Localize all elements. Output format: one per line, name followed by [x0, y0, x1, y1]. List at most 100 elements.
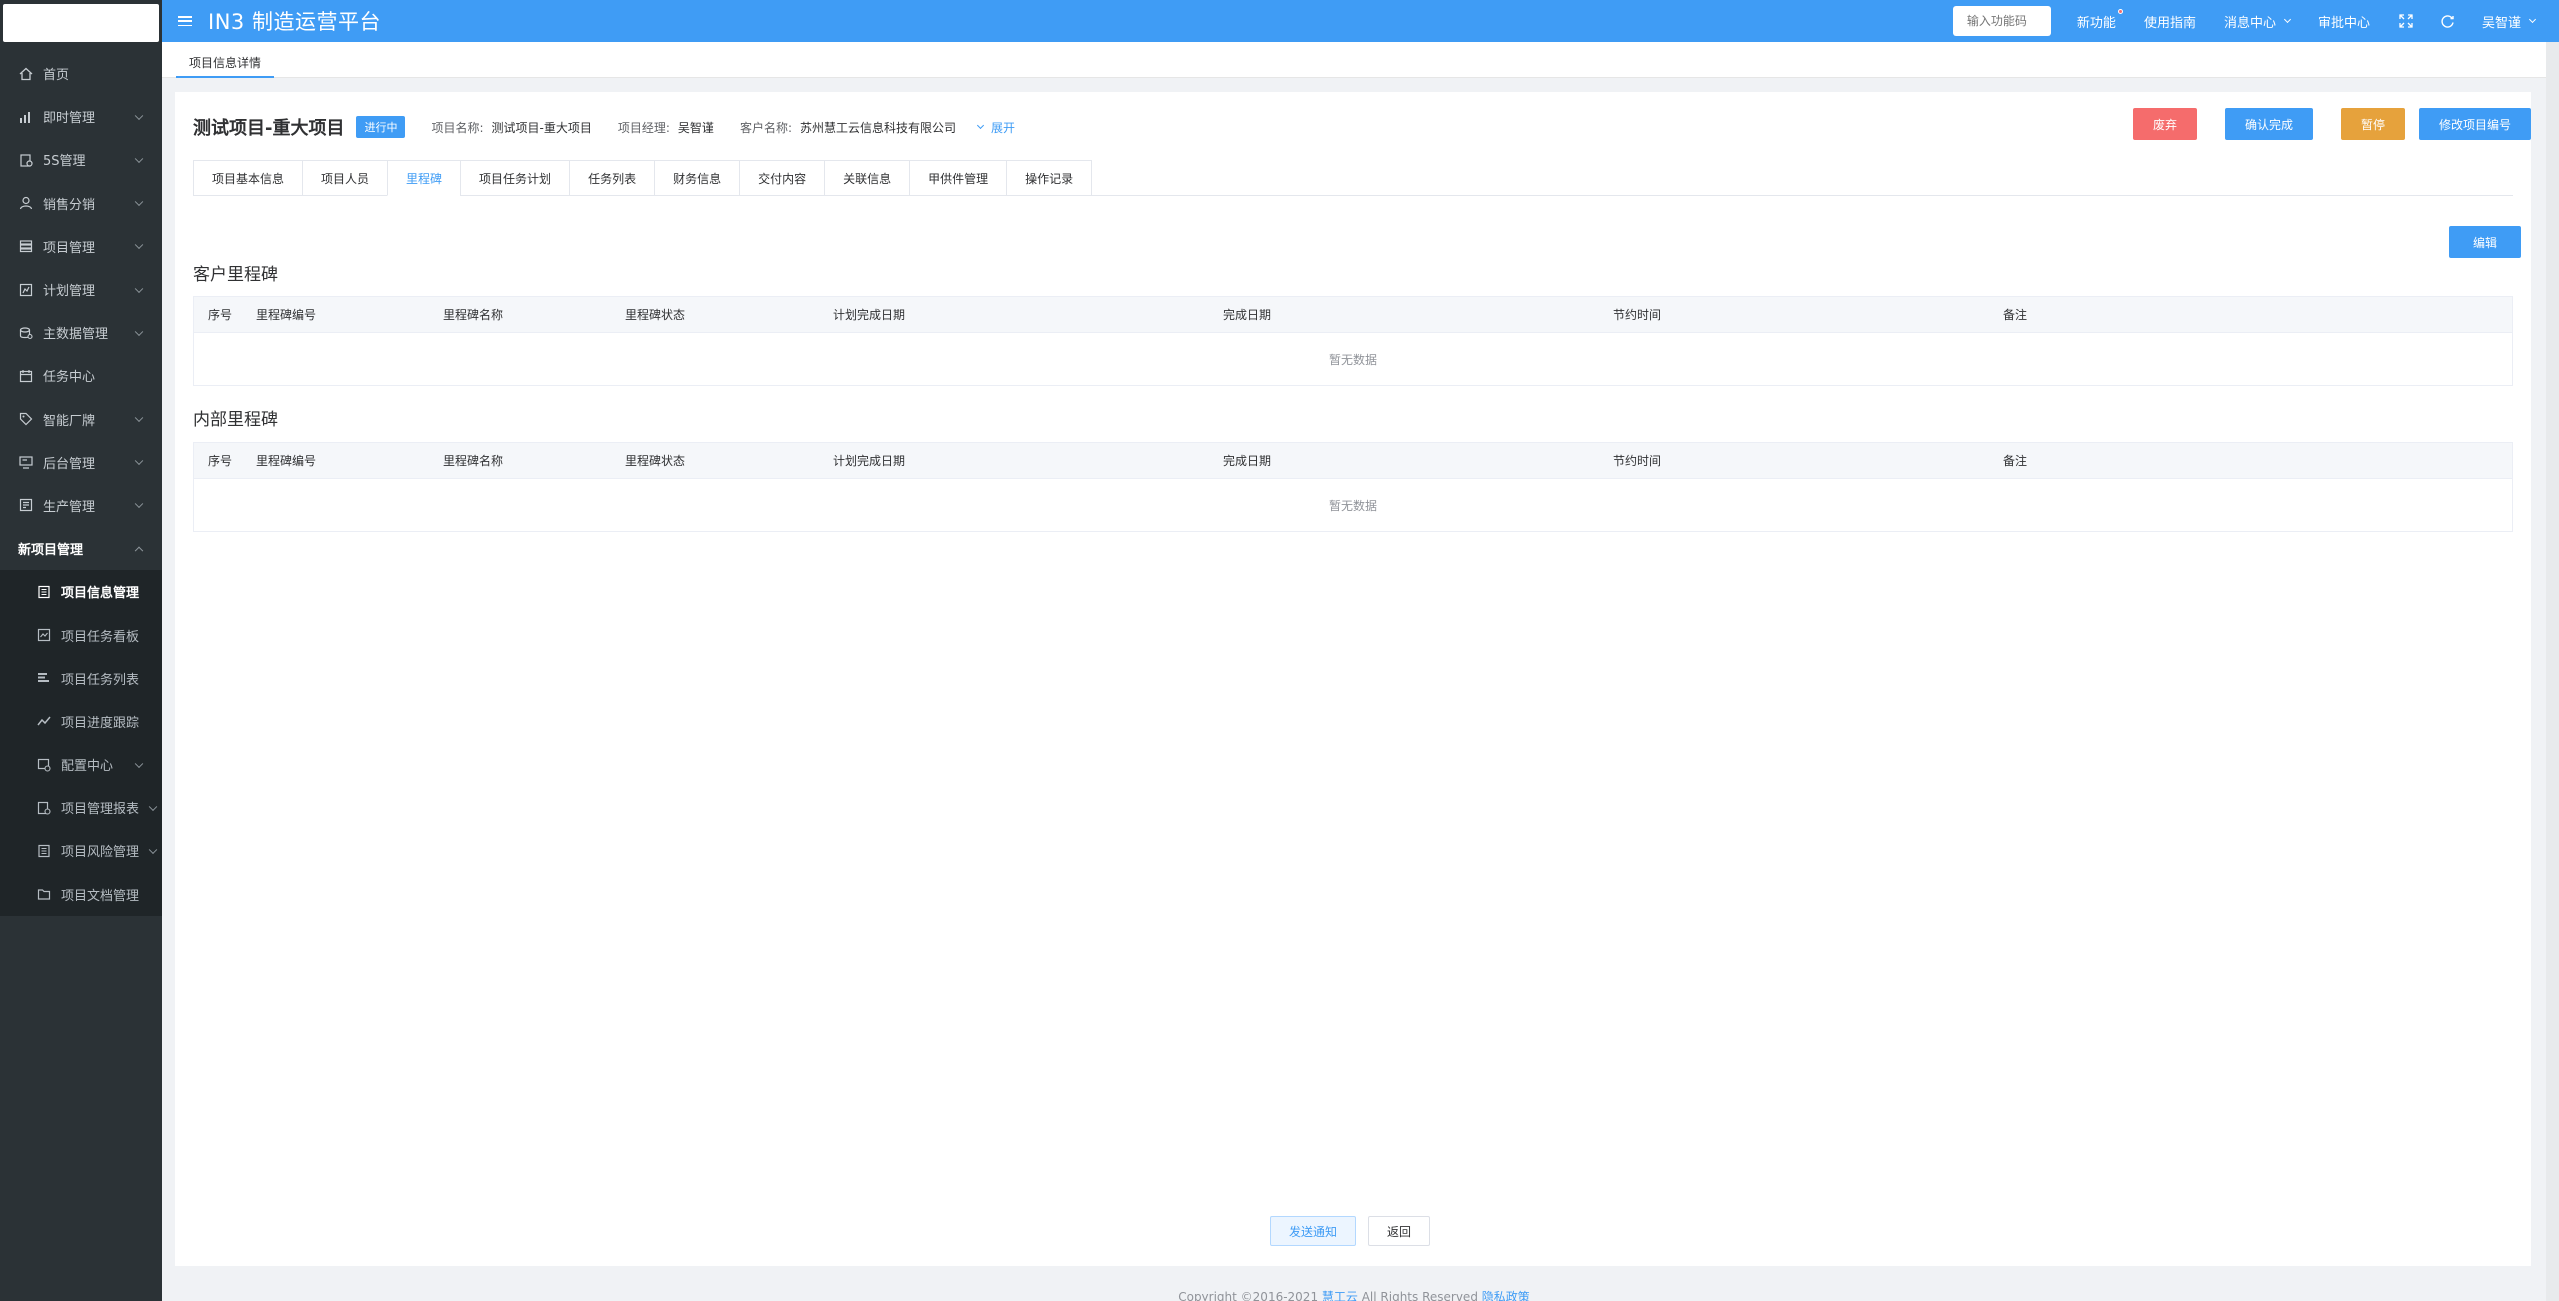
send-notification-button[interactable]: 发送通知: [1270, 1216, 1357, 1246]
tab-operation-log[interactable]: 操作记录: [1006, 160, 1093, 196]
sidebar-item-home[interactable]: 首页: [0, 52, 162, 95]
fullscreen-icon[interactable]: [2398, 13, 2414, 29]
user-icon: [18, 195, 34, 211]
meta-label: 项目名称:: [431, 120, 484, 135]
bottom-actions: 发送通知 返回: [1270, 1216, 1431, 1246]
database-icon: [18, 325, 34, 341]
chevron-down-icon: [148, 802, 158, 811]
chevron-down-icon: [134, 413, 144, 423]
plan-icon: [18, 282, 34, 298]
sidebar-subitem-config[interactable]: 配置中心: [0, 743, 162, 786]
sidebar-item-backend[interactable]: 后台管理: [0, 441, 162, 484]
home-icon: [18, 66, 34, 82]
sidebar-subitem-report[interactable]: 项目管理报表: [0, 786, 162, 829]
tab-members[interactable]: 项目人员: [302, 160, 388, 196]
monitor-icon: [18, 454, 34, 470]
pause-button[interactable]: 暂停: [2340, 108, 2405, 140]
sidebar-subitem-task-board[interactable]: 项目任务看板: [0, 613, 162, 656]
approval-center-label: 审批中心: [2317, 15, 2370, 31]
approval-center-link[interactable]: 审批中心: [2318, 12, 2370, 31]
refresh-icon[interactable]: [2440, 13, 2456, 29]
footer-copyright: Copyright ©2016-2021: [1178, 1290, 1322, 1301]
meta-project-name: 项目名称: 测试项目-重大项目: [431, 119, 591, 136]
sidebar: 首页 即时管理 5S管理 销售分销 项目管理 计划管理 主数据管理 任务中心 智…: [0, 0, 162, 1301]
meta-label: 项目经理:: [617, 120, 670, 135]
chevron-down-icon: [134, 197, 144, 207]
bar-chart-icon: [18, 109, 34, 125]
customer-milestone-table: 序号 里程碑编号 里程碑名称 里程碑状态 计划完成日期 完成日期 节约时间 备注…: [193, 296, 2513, 386]
column-header: 计划完成日期: [833, 308, 906, 322]
sidebar-item-sales[interactable]: 销售分销: [0, 182, 162, 225]
discard-button[interactable]: 废弃: [2132, 108, 2197, 140]
page-scrollbar[interactable]: [2546, 42, 2559, 1301]
footer-brand-link[interactable]: 慧工云: [1322, 1290, 1358, 1301]
detail-tabs: 项目基本信息 项目人员 里程碑 项目任务计划 任务列表 财务信息 交付内容 关联…: [193, 160, 2513, 196]
modify-code-button[interactable]: 修改项目编号: [2418, 108, 2531, 140]
meta-label: 客户名称:: [739, 120, 792, 135]
chevron-down-icon: [134, 759, 144, 768]
meta-value: 吴智谨: [677, 120, 714, 135]
chevron-down-icon: [2528, 15, 2537, 24]
tab-task-list[interactable]: 任务列表: [569, 160, 655, 196]
tags-bar: 项目信息详情: [162, 42, 2546, 78]
customer-milestone-title: 客户里程碑: [193, 265, 278, 285]
layers-icon: [18, 238, 34, 254]
column-header: 序号: [208, 454, 233, 468]
guide-link[interactable]: 使用指南: [2144, 12, 2196, 31]
tab-related[interactable]: 关联信息: [824, 160, 910, 196]
message-center-dropdown[interactable]: 消息中心: [2224, 12, 2292, 31]
sidebar-subitem-docs[interactable]: 项目文档管理: [0, 873, 162, 916]
chevron-up-icon: [134, 546, 144, 555]
sidebar-item-5s[interactable]: 5S管理: [0, 138, 162, 181]
sidebar-item-plan[interactable]: 计划管理: [0, 268, 162, 311]
sidebar-subitem-project-info[interactable]: 项目信息管理: [0, 570, 162, 613]
user-menu-dropdown[interactable]: 吴智谨: [2482, 12, 2537, 31]
tab-milestones[interactable]: 里程碑: [387, 160, 461, 196]
function-code-input[interactable]: [1952, 6, 2051, 36]
back-button[interactable]: 返回: [1368, 1216, 1431, 1246]
tag-project-detail[interactable]: 项目信息详情: [176, 48, 275, 78]
empty-state: 暂无数据: [1328, 352, 1377, 367]
edit-button[interactable]: 编辑: [2448, 226, 2521, 258]
sidebar-item-master-data[interactable]: 主数据管理: [0, 311, 162, 354]
status-badge: 进行中: [356, 116, 406, 138]
sidebar-item-task-center[interactable]: 任务中心: [0, 354, 162, 397]
new-feature-link[interactable]: 新功能: [2077, 8, 2123, 31]
tab-deliverables[interactable]: 交付内容: [739, 160, 825, 196]
file-list-icon: [36, 584, 52, 600]
table-header: 序号 里程碑编号 里程碑名称 里程碑状态 计划完成日期 完成日期 节约时间 备注: [194, 297, 2512, 333]
sidebar-item-label: 生产管理: [43, 499, 96, 515]
chevron-down-icon: [134, 111, 144, 120]
sidebar-item-project[interactable]: 项目管理: [0, 225, 162, 268]
guide-label: 使用指南: [2143, 15, 2196, 31]
confirm-complete-button[interactable]: 确认完成: [2224, 108, 2313, 140]
report-icon: [36, 800, 52, 816]
sidebar-group-new-project[interactable]: 新项目管理: [0, 527, 162, 571]
sidebar-item-production[interactable]: 生产管理: [0, 484, 162, 527]
logo[interactable]: [3, 4, 159, 42]
chevron-down-icon: [148, 845, 158, 855]
tab-finance[interactable]: 财务信息: [654, 160, 740, 196]
expand-toggle[interactable]: 展开: [976, 119, 1015, 136]
risk-icon: [36, 843, 52, 859]
chevron-down-icon: [134, 500, 144, 509]
calendar-icon: [18, 368, 34, 384]
sidebar-item-label: 计划管理: [43, 284, 96, 300]
meta-customer: 客户名称: 苏州慧工云信息科技有限公司: [740, 119, 956, 136]
chevron-down-icon: [134, 327, 144, 336]
sidebar-subitem-risk[interactable]: 项目风险管理: [0, 829, 162, 872]
sidebar-item-instant[interactable]: 即时管理: [0, 95, 162, 138]
menu-toggle-icon[interactable]: [178, 16, 192, 26]
tab-basic-info[interactable]: 项目基本信息: [193, 160, 303, 196]
sidebar-item-smart-badge[interactable]: 智能厂牌: [0, 398, 162, 441]
column-header: 完成日期: [1223, 308, 1272, 322]
header-actions: 新功能 使用指南 消息中心 审批中心 吴智谨: [1952, 0, 2559, 42]
sidebar-item-label: 智能厂牌: [43, 413, 96, 429]
tab-supplied-parts[interactable]: 甲供件管理: [909, 160, 1007, 196]
sidebar-group-label: 新项目管理: [18, 543, 84, 559]
tab-task-plan[interactable]: 项目任务计划: [460, 160, 570, 196]
sidebar-subitem-progress[interactable]: 项目进度跟踪: [0, 700, 162, 743]
chevron-down-icon: [134, 240, 144, 250]
privacy-policy-link[interactable]: 隐私政策: [1482, 1290, 1530, 1301]
sidebar-subitem-task-list[interactable]: 项目任务列表: [0, 657, 162, 700]
